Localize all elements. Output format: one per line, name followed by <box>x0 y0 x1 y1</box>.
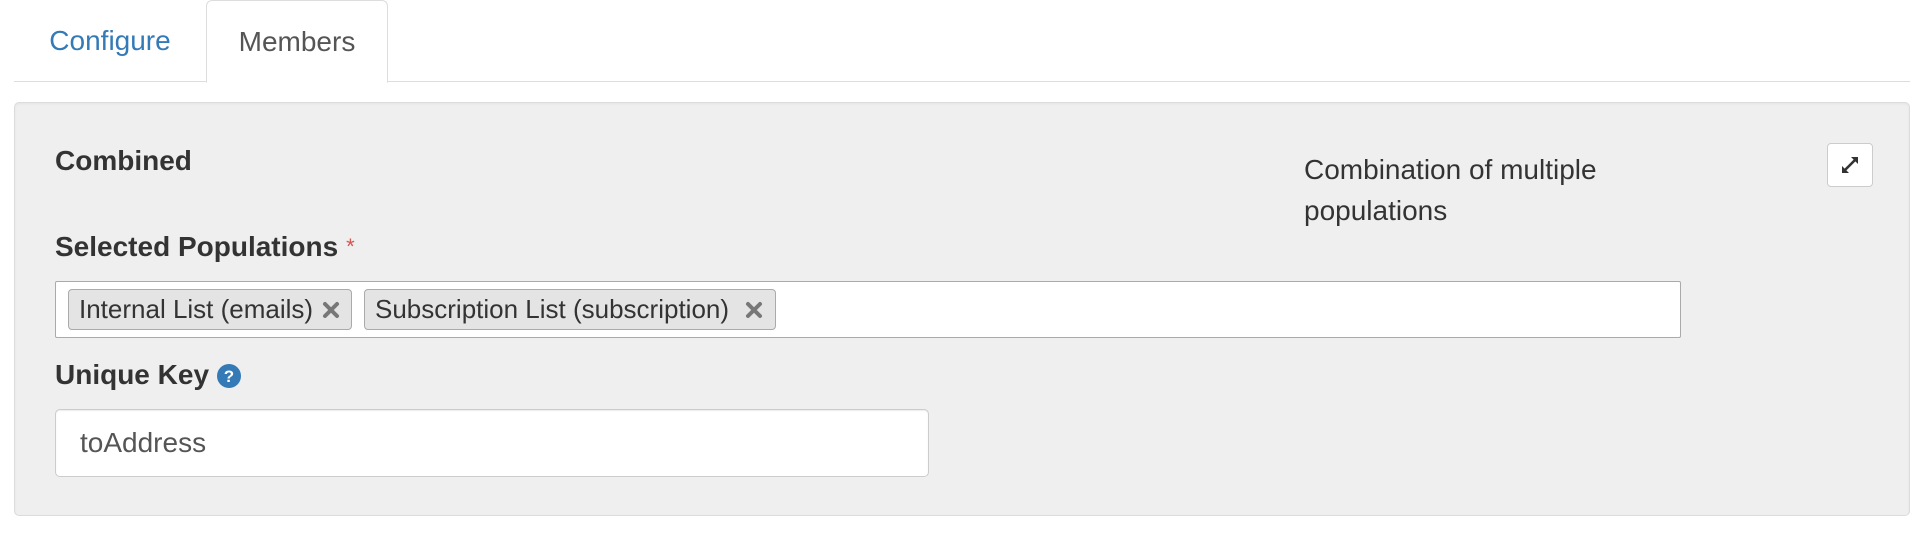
remove-tag-icon[interactable] <box>321 299 341 321</box>
unique-key-input[interactable] <box>55 409 929 477</box>
population-tag: Subscription List (subscription) <box>364 289 776 330</box>
remove-tag-icon[interactable] <box>743 299 765 321</box>
selected-populations-label: Selected Populations * <box>55 231 355 263</box>
combined-panel: Combined Combination of multiple populat… <box>14 102 1910 516</box>
unique-key-label-text: Unique Key <box>55 359 210 390</box>
required-indicator: * <box>346 234 355 259</box>
selected-populations-label-text: Selected Populations <box>55 231 339 262</box>
population-tag-label: Internal List (emails) <box>79 294 314 324</box>
panel-title: Combined <box>55 145 192 176</box>
tab-members[interactable]: Members <box>206 0 388 83</box>
tab-configure[interactable]: Configure <box>14 0 206 82</box>
expand-icon <box>1842 157 1858 173</box>
expand-button[interactable] <box>1827 143 1873 187</box>
tab-bar: Configure Members <box>14 0 1910 83</box>
population-tag-label: Subscription List (subscription) <box>375 294 730 324</box>
panel-description: Combination of multiple populations <box>1304 154 1597 226</box>
question-circle-icon[interactable]: ? <box>217 363 242 388</box>
unique-key-label: Unique Key ? <box>55 359 242 391</box>
populations-multiselect[interactable]: Internal List (emails) Subscription List… <box>55 281 1681 338</box>
svg-text:?: ? <box>224 367 234 386</box>
population-tag: Internal List (emails) <box>68 289 352 330</box>
